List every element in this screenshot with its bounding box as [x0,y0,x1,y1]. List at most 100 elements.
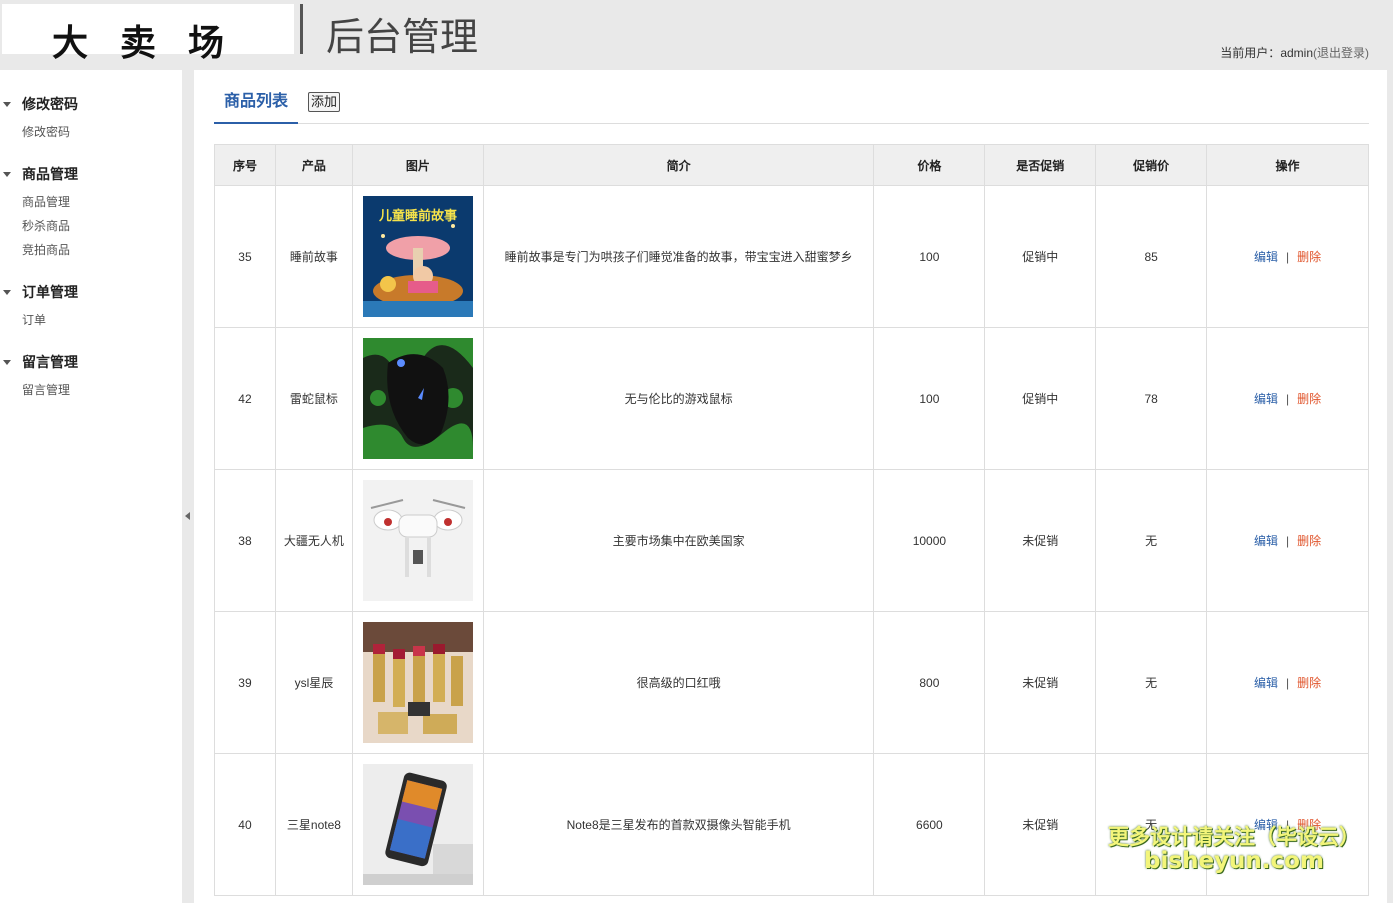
sidebar-item[interactable]: 修改密码 [22,120,182,144]
cell-promo-status: 未促销 [985,754,1096,896]
caret-down-icon [3,360,11,365]
delete-link[interactable]: 删除 [1297,676,1321,690]
cell-image: 儿童睡前故事 [352,186,483,328]
collapse-arrow-icon[interactable] [185,512,190,520]
delete-link[interactable]: 删除 [1297,392,1321,406]
delete-link[interactable]: 删除 [1297,250,1321,264]
sidebar-menu: 修改密码修改密码商品管理商品管理秒杀商品竞拍商品订单管理订单留言管理留言管理 [0,92,182,420]
edit-link[interactable]: 编辑 [1254,392,1278,406]
cell-description: 主要市场集中在欧美国家 [483,470,874,612]
menu-group-label: 修改密码 [22,96,78,112]
cell-price: 100 [874,186,985,328]
column-header: 操作 [1207,145,1369,186]
menu-group-label: 商品管理 [22,166,78,182]
menu-group: 商品管理商品管理秒杀商品竞拍商品 [0,162,182,262]
edit-link[interactable]: 编辑 [1254,676,1278,690]
cell-promo-price: 85 [1096,186,1207,328]
cell-image [352,470,483,612]
watermark-line2: bisheyun.com [1108,849,1360,874]
menu-group-title[interactable]: 订单管理 [0,280,182,304]
column-header: 简介 [483,145,874,186]
menu-group: 修改密码修改密码 [0,92,182,144]
cell-image [352,612,483,754]
cell-actions: 编辑 | 删除 [1207,186,1369,328]
action-separator: | [1286,250,1289,264]
column-header: 图片 [352,145,483,186]
product-thumbnail [363,480,473,601]
edit-link[interactable]: 编辑 [1254,250,1278,264]
cell-id: 40 [215,754,276,896]
logout-link[interactable]: (退出登录) [1313,46,1369,60]
cell-id: 39 [215,612,276,754]
cell-price: 100 [874,328,985,470]
cell-image [352,754,483,896]
svg-text:儿童睡前故事: 儿童睡前故事 [378,208,457,224]
tab-bar: 商品列表 添加 [214,84,1369,124]
product-table: 序号产品图片简介价格是否促销促销价操作 35睡前故事 儿童睡前故事 睡前故事是专… [214,144,1369,896]
user-label: 当前用户： [1220,46,1280,60]
menu-items: 订单 [0,308,182,332]
logo-text: 大卖场 [52,14,256,66]
edit-link[interactable]: 编辑 [1254,534,1278,548]
watermark: 更多设计请关注（毕设云） bisheyun.com [1108,826,1360,874]
product-thumbnail [363,622,473,743]
cell-promo-price: 无 [1096,612,1207,754]
cell-description: 睡前故事是专门为哄孩子们睡觉准备的故事，带宝宝进入甜蜜梦乡 [483,186,874,328]
caret-down-icon [3,172,11,177]
cell-id: 42 [215,328,276,470]
cell-product-name: 雷蛇鼠标 [275,328,352,470]
table-row: 42雷蛇鼠标 无与伦比的游戏鼠标100促销中78编辑|删除 [215,328,1369,470]
cell-description: 很高级的口红哦 [483,612,874,754]
cell-promo-status: 未促销 [985,612,1096,754]
cell-product-name: 大疆无人机 [275,470,352,612]
cell-promo-status: 促销中 [985,186,1096,328]
product-thumbnail: 儿童睡前故事 [363,196,473,317]
sidebar-item[interactable]: 留言管理 [22,378,182,402]
cell-price: 6600 [874,754,985,896]
menu-group-label: 留言管理 [22,354,78,370]
product-thumbnail [363,338,473,459]
add-button[interactable]: 添加 [308,92,340,112]
logo: 大卖场 [2,4,294,54]
action-separator: | [1286,534,1289,548]
cell-actions: 编辑 | 删除 [1207,470,1369,612]
menu-items: 商品管理秒杀商品竞拍商品 [0,190,182,262]
sidebar-item[interactable]: 竞拍商品 [22,238,182,262]
caret-down-icon [3,102,11,107]
menu-group-title[interactable]: 留言管理 [0,350,182,374]
username: admin [1280,46,1313,60]
column-header: 促销价 [1096,145,1207,186]
sidebar: 修改密码修改密码商品管理商品管理秒杀商品竞拍商品订单管理订单留言管理留言管理 [0,70,182,903]
table-header-row: 序号产品图片简介价格是否促销促销价操作 [215,145,1369,186]
column-header: 价格 [874,145,985,186]
cell-id: 35 [215,186,276,328]
column-header: 序号 [215,145,276,186]
menu-group-title[interactable]: 商品管理 [0,162,182,186]
watermark-line1: 更多设计请关注（毕设云） [1108,826,1360,849]
cell-product-name: 睡前故事 [275,186,352,328]
sidebar-item[interactable]: 订单 [22,308,182,332]
cell-id: 38 [215,470,276,612]
cell-image [352,328,483,470]
table-row: 39ysl星辰 很高级的口红哦800未促销无编辑|删除 [215,612,1369,754]
cell-actions: 编辑 | 删除 [1207,612,1369,754]
delete-link[interactable]: 删除 [1297,534,1321,548]
cell-description: 无与伦比的游戏鼠标 [483,328,874,470]
action-separator: | [1286,392,1289,406]
user-info: 当前用户：admin(退出登录) [1220,44,1369,61]
cell-promo-price: 无 [1096,470,1207,612]
menu-group: 订单管理订单 [0,280,182,332]
header: 大卖场 后台管理 当前用户：admin(退出登录) [0,0,1393,70]
sidebar-collapse-bar[interactable] [182,70,194,903]
menu-group-label: 订单管理 [22,284,78,300]
cell-actions: 编辑 | 删除 [1207,328,1369,470]
sidebar-item[interactable]: 商品管理 [22,190,182,214]
main-content: 商品列表 添加 序号产品图片简介价格是否促销促销价操作 35睡前故事 儿童睡前故… [194,70,1387,903]
sidebar-item[interactable]: 秒杀商品 [22,214,182,238]
cell-promo-status: 未促销 [985,470,1096,612]
menu-group-title[interactable]: 修改密码 [0,92,182,116]
menu-items: 留言管理 [0,378,182,402]
table-row: 38大疆无人机 主要市场集中在欧美国家10000未促销无编辑|删除 [215,470,1369,612]
tab-product-list[interactable]: 商品列表 [214,84,298,124]
action-separator: | [1286,676,1289,690]
